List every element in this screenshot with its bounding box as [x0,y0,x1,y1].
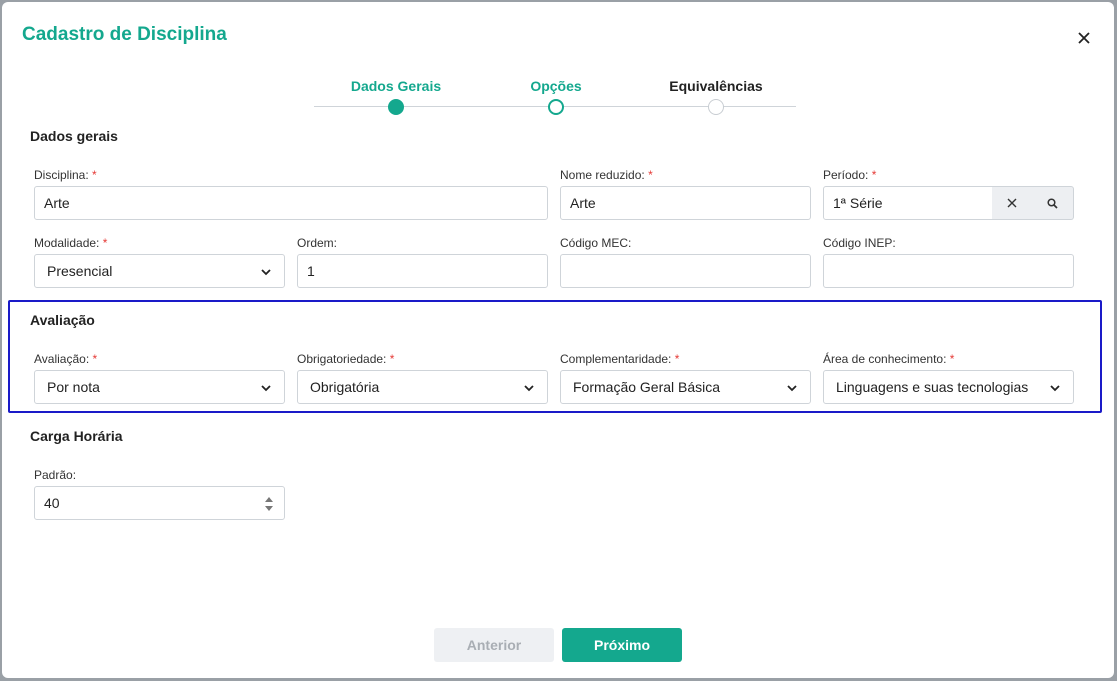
modalidade-select[interactable]: Presencial [34,254,285,288]
x-icon [1007,198,1017,208]
complementaridade-select[interactable]: Formação Geral Básica [560,370,811,404]
step-dot-current [548,99,564,115]
chevron-down-icon [261,269,271,276]
label-area-conhecimento: Área de conhecimento: * [823,352,955,366]
step-label: Dados Gerais [350,78,442,94]
step-dot-todo [708,99,724,115]
area-conhecimento-select[interactable]: Linguagens e suas tecnologias [823,370,1074,404]
chevron-down-icon [261,385,271,392]
magnifier-icon [1047,197,1058,209]
step-label: Opções [530,78,582,94]
clear-periodo-button[interactable] [992,187,1033,219]
close-icon [1078,32,1090,44]
up-down-arrows-icon[interactable] [264,495,274,513]
label-codigo-mec: Código MEC: [560,236,632,250]
label-obrigatoriedade: Obrigatoriedade: * [297,352,395,366]
chevron-down-icon [787,385,797,392]
required-mark: * [949,352,955,366]
step-dot-done [388,99,404,115]
required-mark: * [389,352,395,366]
modal-dialog: Cadastro de Disciplina Dados Gerais Opçõ… [2,2,1114,678]
step-equivalencias[interactable]: Equivalências [636,76,796,115]
step-dados-gerais[interactable]: Dados Gerais [316,76,476,115]
step-opcoes[interactable]: Opções [476,76,636,115]
codigo-mec-input[interactable] [560,254,811,288]
section-title-carga-horaria: Carga Horária [30,428,123,444]
required-mark: * [674,352,680,366]
nome-reduzido-input[interactable]: Arte [560,186,811,220]
ordem-input[interactable]: 1 [297,254,548,288]
disciplina-input[interactable]: Arte [34,186,548,220]
chevron-down-icon [524,385,534,392]
required-mark: * [92,352,98,366]
required-mark: * [871,168,877,182]
close-button[interactable] [1074,28,1094,48]
periodo-input[interactable]: 1ª Série [823,186,993,220]
required-mark: * [648,168,653,182]
chevron-down-icon [1050,385,1060,392]
avaliacao-select[interactable]: Por nota [34,370,285,404]
section-title-dados-gerais: Dados gerais [30,128,118,144]
label-nome-reduzido: Nome reduzido: * [560,168,653,182]
label-periodo: Período: * [823,168,877,182]
obrigatoriedade-select[interactable]: Obrigatória [297,370,548,404]
label-complementaridade: Complementaridade: * [560,352,680,366]
padrao-number-input[interactable]: 40 [34,486,285,520]
modal-title: Cadastro de Disciplina [22,24,227,45]
label-disciplina: Disciplina: * [34,168,97,182]
label-codigo-inep: Código INEP: [823,236,896,250]
periodo-actions [992,186,1074,220]
stepper: Dados Gerais Opções Equivalências [314,76,796,120]
label-modalidade: Modalidade: * [34,236,108,250]
step-label: Equivalências [669,78,763,94]
section-title-avaliacao: Avaliação [30,312,95,328]
required-mark: * [92,168,97,182]
label-avaliacao: Avaliação: * [34,352,98,366]
required-mark: * [102,236,108,250]
anterior-button[interactable]: Anterior [434,628,554,662]
label-padrao: Padrão: [34,468,77,482]
label-ordem: Ordem: [297,236,338,250]
codigo-inep-input[interactable] [823,254,1074,288]
search-periodo-button[interactable] [1033,187,1074,219]
proximo-button[interactable]: Próximo [562,628,682,662]
